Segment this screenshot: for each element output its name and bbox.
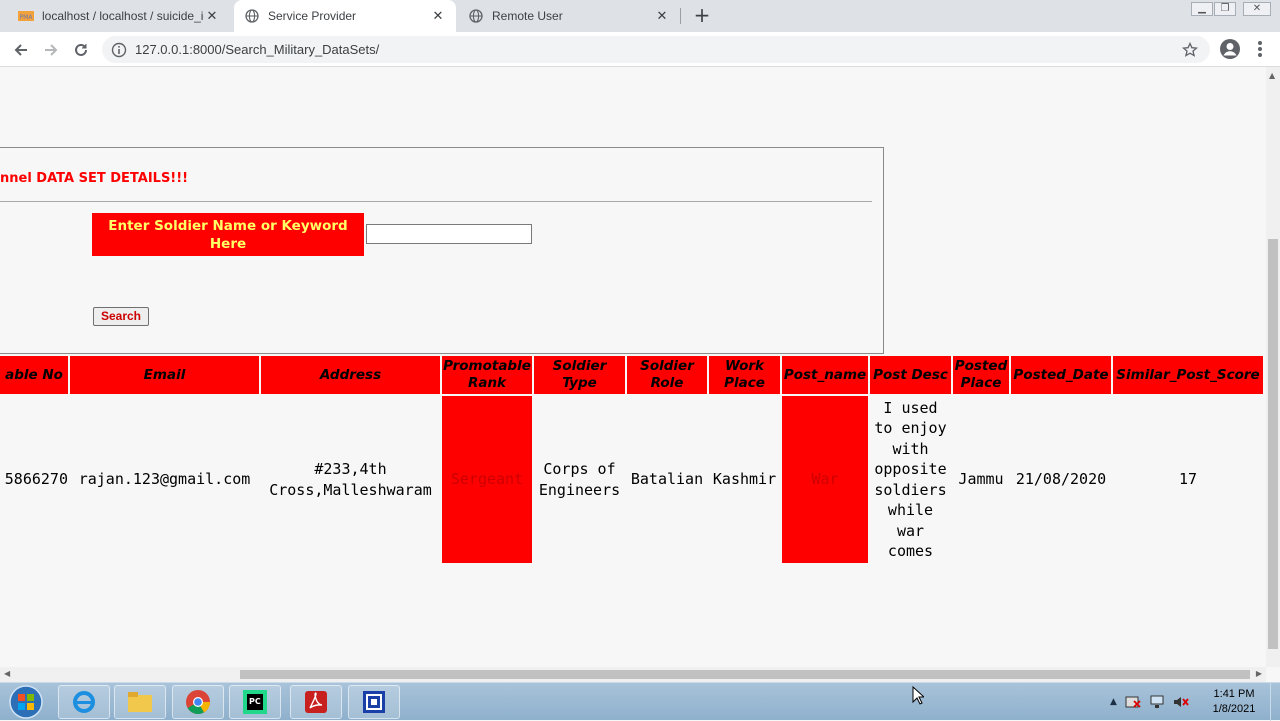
svg-text:PMA: PMA <box>20 14 34 21</box>
taskbar-acrobat[interactable] <box>290 685 342 719</box>
cell-soldier-role: Batalian <box>630 470 704 489</box>
cell-posted-date: 21/08/2020 <box>1015 470 1107 489</box>
restore-icon[interactable]: ❐ <box>1214 2 1236 16</box>
cell-mobile-no: 5866270 <box>4 470 68 489</box>
chrome-icon <box>186 690 210 715</box>
close-icon[interactable]: ✕ <box>204 8 220 24</box>
pycharm-icon: PC <box>243 690 267 714</box>
vertical-scrollbar[interactable]: ▲ <box>1266 67 1280 667</box>
col-header-similar-post-score: Similar_Post_Score <box>1113 356 1263 394</box>
search-label: Enter Soldier Name or Keyword Here <box>92 213 364 256</box>
scroll-right-icon[interactable]: ▶ <box>1256 669 1262 678</box>
taskbar-explorer[interactable] <box>114 685 166 719</box>
tab-label: Service Provider <box>268 9 357 23</box>
horizontal-scroll-thumb[interactable] <box>240 670 1250 679</box>
address-bar[interactable]: 127.0.0.1:8000/Search_Military_DataSets/ <box>102 36 1210 63</box>
cell-promotable-rank: Sergeant <box>442 396 532 563</box>
system-tray: ▲ <box>1110 683 1189 721</box>
col-header-posted-place: Posted Place <box>953 356 1009 394</box>
scroll-up-icon[interactable]: ▲ <box>1269 71 1275 80</box>
tab-localhost[interactable]: PMA localhost / localhost / suicide_ide … <box>8 0 230 32</box>
panel-divider <box>0 201 872 202</box>
tab-label: Remote User <box>492 9 563 23</box>
back-icon[interactable] <box>9 38 33 62</box>
info-icon[interactable] <box>111 42 127 58</box>
clock-date: 1/8/2021 <box>1212 703 1256 715</box>
new-tab-icon[interactable]: + <box>690 4 714 28</box>
col-header-post-name: Post_name <box>782 356 868 394</box>
acrobat-icon <box>305 691 327 713</box>
col-header-work-place: Work Place <box>709 356 780 394</box>
globe-icon <box>468 8 484 24</box>
browser-toolbar: 127.0.0.1:8000/Search_Military_DataSets/ <box>0 32 1280 67</box>
cell-posted-place: Jammu <box>958 470 1004 489</box>
tab-service-provider[interactable]: Service Provider ✕ <box>234 0 456 32</box>
cell-post-name: War <box>782 396 868 563</box>
tab-separator <box>680 8 681 24</box>
reload-icon[interactable] <box>69 38 93 62</box>
cell-address: #233,4th Cross,Malleshwaram <box>269 460 432 499</box>
search-button[interactable]: Search <box>93 307 149 326</box>
col-header-email: Email <box>70 356 259 394</box>
mouse-cursor-icon <box>912 686 924 705</box>
window-close-icon[interactable]: ✕ <box>1243 2 1271 16</box>
url-text: 127.0.0.1:8000/Search_Military_DataSets/ <box>135 42 380 57</box>
action-center-icon[interactable] <box>1125 695 1141 709</box>
cell-email: rajan.123@gmail.com <box>78 470 251 489</box>
tab-remote-user[interactable]: Remote User ✕ <box>458 0 680 32</box>
col-header-soldier-type: Soldier Type <box>534 356 625 394</box>
col-header-post-desc: Post Desc <box>870 356 951 394</box>
bookmark-star-icon[interactable] <box>1182 42 1198 58</box>
profile-avatar-icon[interactable] <box>1219 38 1241 60</box>
internet-explorer-icon <box>73 691 95 713</box>
cell-post-desc: I used to enjoy with opposite soldiers w… <box>874 398 947 561</box>
folder-icon <box>128 692 152 712</box>
application-icon <box>363 691 385 713</box>
minimize-icon[interactable]: ▁ <box>1191 2 1213 16</box>
system-clock[interactable]: 1:41 PM 1/8/2021 <box>1204 687 1264 717</box>
cell-similar-post-score: 17 <box>1178 470 1198 489</box>
globe-icon <box>244 8 260 24</box>
vertical-scroll-thumb[interactable] <box>1268 239 1278 649</box>
clock-time: 1:41 PM <box>1213 688 1255 700</box>
close-icon[interactable]: ✕ <box>654 8 670 24</box>
taskbar-chrome[interactable] <box>172 685 224 719</box>
tab-strip: PMA localhost / localhost / suicide_ide … <box>0 0 1280 32</box>
cell-work-place: Kashmir <box>712 470 777 489</box>
panel-title: nnel DATA SET DETAILS!!! <box>0 171 189 186</box>
col-header-mobile-no: able No <box>0 356 68 394</box>
kebab-menu-icon[interactable] <box>1252 38 1268 60</box>
page-viewport: nnel DATA SET DETAILS!!! Enter Soldier N… <box>0 67 1266 667</box>
taskbar-ie[interactable] <box>58 685 110 719</box>
col-header-soldier-role: Soldier Role <box>627 356 707 394</box>
windows-taskbar: PC ▲ 1:41 PM 1/8/2021 <box>0 682 1280 721</box>
show-desktop-button[interactable] <box>1270 683 1280 721</box>
forward-icon[interactable] <box>39 38 63 62</box>
taskbar-app[interactable] <box>348 685 400 719</box>
scroll-left-icon[interactable]: ◀ <box>4 669 10 678</box>
col-header-promotable-rank: Promotable Rank <box>442 356 532 394</box>
volume-muted-icon[interactable] <box>1173 695 1189 709</box>
start-button-icon[interactable] <box>6 684 46 720</box>
taskbar-pycharm[interactable]: PC <box>229 685 281 719</box>
cell-soldier-type: Corps of Engineers <box>538 460 621 499</box>
col-header-address: Address <box>261 356 440 394</box>
phpmyadmin-icon: PMA <box>18 8 34 24</box>
close-icon[interactable]: ✕ <box>430 8 446 24</box>
network-icon[interactable] <box>1149 695 1165 709</box>
tab-label: localhost / localhost / suicide_ide <box>42 9 204 23</box>
svg-text:PC: PC <box>249 697 261 706</box>
show-hidden-icons-icon[interactable]: ▲ <box>1110 697 1117 707</box>
search-input[interactable] <box>366 224 532 244</box>
horizontal-scrollbar[interactable]: ◀ ▶ <box>0 667 1266 682</box>
col-header-posted-date: Posted_Date <box>1011 356 1111 394</box>
